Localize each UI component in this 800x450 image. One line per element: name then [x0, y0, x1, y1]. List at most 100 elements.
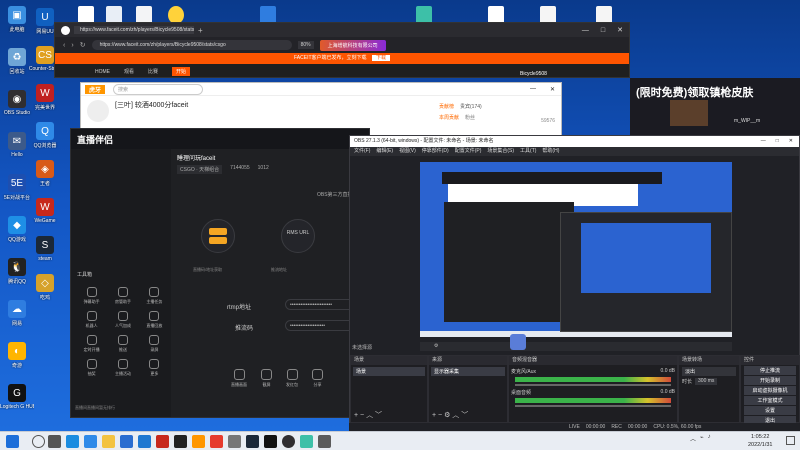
- tool-4[interactable]: 人气加成: [108, 311, 137, 329]
- banner-ad[interactable]: 上海增航科技有限公司: [319, 39, 386, 51]
- qq-taskbar-icon[interactable]: [174, 435, 187, 448]
- obs-minimize-button[interactable]: —: [761, 136, 766, 147]
- minimize-button[interactable]: —: [582, 27, 589, 34]
- tool-0[interactable]: 弹幕助手: [77, 287, 106, 305]
- tool-5[interactable]: 直播回放: [140, 311, 169, 329]
- tool-1[interactable]: 房管助手: [108, 287, 137, 305]
- control-button-4[interactable]: 设置: [744, 406, 796, 415]
- obs-menu-4[interactable]: 配置文件(P): [455, 147, 482, 156]
- tool-3[interactable]: 机器人: [77, 311, 106, 329]
- scene-item[interactable]: 场景: [353, 367, 425, 376]
- obs-virtual-cam-icon[interactable]: [510, 334, 526, 350]
- app4-taskbar-icon[interactable]: [318, 435, 331, 448]
- obs-menu-3[interactable]: 停靠部件(D): [422, 147, 449, 156]
- back-icon[interactable]: ‹: [63, 42, 65, 49]
- duration-input[interactable]: 300 ms: [695, 378, 718, 385]
- tool-8[interactable]: 录屏: [140, 335, 169, 353]
- clock[interactable]: 1:05:22 2022/1/31: [748, 433, 772, 449]
- wegame-icon[interactable]: [156, 435, 169, 448]
- tool-11[interactable]: 更多: [140, 359, 169, 377]
- app3-taskbar-icon[interactable]: [300, 435, 313, 448]
- desktop-col2-7-icon[interactable]: ◇ 吃鸡: [28, 274, 62, 308]
- server-button-2[interactable]: [209, 237, 227, 244]
- huya-minimize-button[interactable]: —: [530, 86, 536, 92]
- refresh-icon[interactable]: ↻: [80, 41, 86, 49]
- streamer-taskbar-icon[interactable]: [264, 435, 277, 448]
- obs-menu-2[interactable]: 视图(V): [399, 147, 416, 156]
- source-item[interactable]: 显示器采集: [431, 367, 505, 376]
- address-input[interactable]: https://www.faceit.com/zh/players/Bicycl…: [91, 40, 292, 50]
- obs-menu-1[interactable]: 编辑(E): [376, 147, 393, 156]
- faceit-download-button[interactable]: 下载: [371, 55, 390, 61]
- desktop-col2-2-icon[interactable]: W 完美世界: [28, 84, 62, 118]
- streamer-category[interactable]: CSGO · 天梯组合: [177, 165, 223, 174]
- start-button[interactable]: [6, 435, 19, 448]
- faceit-nav-1[interactable]: 观看: [124, 68, 134, 75]
- faceit-nav-2[interactable]: 比赛: [148, 68, 158, 75]
- huya-tab-0[interactable]: 贡献榜: [439, 103, 454, 110]
- zoom-level[interactable]: 80%: [297, 41, 314, 49]
- desktop-col2-3-icon[interactable]: Q QQ浏览器: [28, 122, 62, 156]
- app-taskbar-icon[interactable]: [210, 435, 223, 448]
- store-icon[interactable]: [120, 435, 133, 448]
- huya-search-input[interactable]: 搜索: [113, 83, 204, 95]
- control-button-1[interactable]: 开始录制: [744, 376, 796, 385]
- huya-subtab-1[interactable]: 粉丝: [465, 114, 475, 121]
- properties-button[interactable]: ⚙: [434, 343, 438, 349]
- search-icon[interactable]: [32, 435, 45, 448]
- desktop-left-8-icon[interactable]: ◐ 奇游: [0, 342, 34, 376]
- forward-icon[interactable]: ›: [71, 42, 73, 49]
- desktop-left-9-icon[interactable]: G Logitech G HUB: [0, 384, 34, 418]
- network-icon[interactable]: ⌁: [700, 434, 704, 443]
- obs-close-button[interactable]: ✕: [789, 136, 793, 147]
- steam-taskbar-icon[interactable]: [246, 435, 259, 448]
- faceit-nav-0[interactable]: HOME: [95, 69, 110, 75]
- edge-icon[interactable]: [66, 435, 79, 448]
- huya-subtab-0[interactable]: 本周贡献: [439, 114, 459, 121]
- huya-taskbar-icon[interactable]: [192, 435, 205, 448]
- volume-slider[interactable]: [515, 384, 671, 386]
- notification-icon[interactable]: [786, 436, 795, 445]
- faceit-nav-3[interactable]: 开始: [172, 67, 191, 76]
- control-button-0[interactable]: 停止推流: [744, 366, 796, 375]
- tool-9[interactable]: 抽奖: [77, 359, 106, 377]
- bottom-tool-3[interactable]: 分享: [312, 369, 323, 388]
- volume-slider[interactable]: [515, 405, 671, 407]
- browser-tab-bar: https://www.faceit.com/zh/players/Bicycl…: [55, 23, 629, 37]
- task-view-icon[interactable]: [48, 435, 61, 448]
- explorer-icon[interactable]: [102, 435, 115, 448]
- maximize-button[interactable]: □: [601, 27, 605, 34]
- obs-menu-6[interactable]: 工具(T): [520, 147, 536, 156]
- volume-icon[interactable]: ♪: [708, 434, 711, 443]
- desktop-col2-6-icon[interactable]: Ssteam: [28, 236, 62, 270]
- huya-close-button[interactable]: ✕: [550, 86, 555, 93]
- obs-menu-5[interactable]: 场景集合(S): [487, 147, 514, 156]
- tool-10[interactable]: 主播活动: [108, 359, 137, 377]
- qq-browser-taskbar-icon[interactable]: [84, 435, 97, 448]
- obs-menu-0[interactable]: 文件(F): [354, 147, 370, 156]
- tool-7[interactable]: 推送: [108, 335, 137, 353]
- side-ad-text[interactable]: (限时免费)领取镇枪皮肤: [636, 84, 753, 100]
- control-button-3[interactable]: 工作室模式: [744, 396, 796, 405]
- app2-taskbar-icon[interactable]: [228, 435, 241, 448]
- chevron-up-icon[interactable]: ︿: [690, 434, 696, 443]
- mixer-channel-1: 桌面音频 0.0 dB: [511, 389, 675, 407]
- transition-select[interactable]: 淡出: [682, 367, 736, 376]
- new-tab-button[interactable]: +: [198, 26, 203, 35]
- huya-tab-1[interactable]: 贵宾(174): [460, 103, 482, 110]
- control-button-2[interactable]: 启动虚拟摄像机: [744, 386, 796, 395]
- obs-maximize-button[interactable]: □: [776, 136, 779, 147]
- mail-icon[interactable]: [138, 435, 151, 448]
- obs-taskbar-icon[interactable]: [282, 435, 295, 448]
- close-button[interactable]: ✕: [617, 26, 623, 34]
- tool-2[interactable]: 主播任务: [140, 287, 169, 305]
- obs-menu-7[interactable]: 帮助(H): [542, 147, 559, 156]
- desktop-col2-5-icon[interactable]: W WeGame: [28, 198, 62, 232]
- bottom-tool-2[interactable]: 发红包: [286, 369, 298, 388]
- server-button-1[interactable]: [209, 228, 227, 235]
- bottom-tool-1[interactable]: 截屏: [261, 369, 272, 388]
- tool-6[interactable]: 定时开播: [77, 335, 106, 353]
- browser-tab[interactable]: https://www.faceit.com/zh/players/Bicycl…: [74, 26, 194, 34]
- bottom-tool-0[interactable]: 直播画面: [231, 369, 247, 388]
- desktop-col2-4-icon[interactable]: ◈ 王者: [28, 160, 62, 194]
